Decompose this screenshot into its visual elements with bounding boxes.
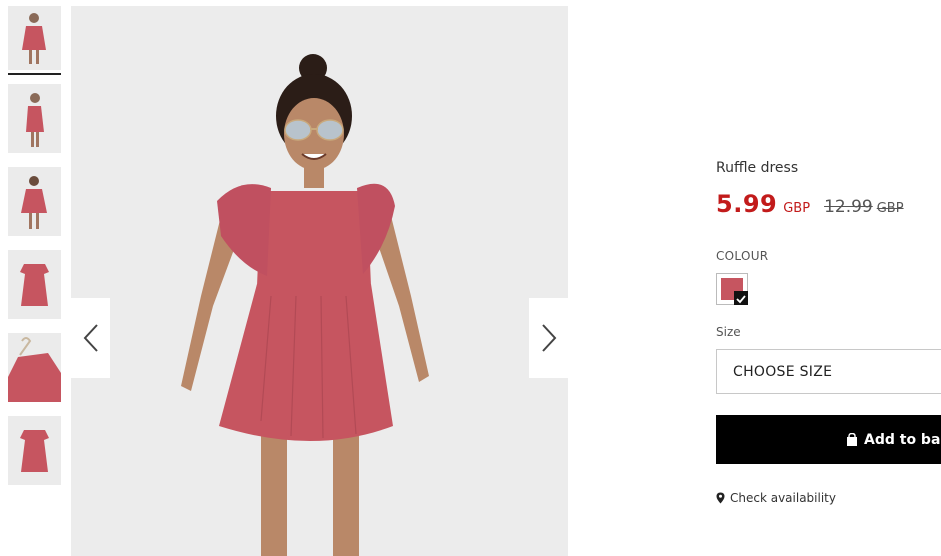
colour-label: COLOUR [716, 249, 769, 263]
check-icon [734, 291, 748, 305]
thumbnail-5[interactable] [8, 333, 61, 402]
product-title: Ruffle dress [716, 160, 799, 176]
original-currency: GBP [876, 201, 904, 216]
size-select[interactable]: CHOOSE SIZE [716, 349, 941, 394]
product-info-panel: Ruffle dress 5.99 GBP 12.99 GBP COLOUR S… [716, 160, 941, 505]
thumbnail-1[interactable] [8, 6, 61, 70]
size-select-placeholder: CHOOSE SIZE [733, 363, 833, 380]
add-to-bag-button[interactable]: Add to bag [716, 415, 941, 464]
next-image-button[interactable] [529, 298, 568, 378]
check-availability-link[interactable]: Check availability [716, 491, 836, 505]
sale-currency: GBP [783, 201, 811, 216]
colour-swatch-selected[interactable] [716, 273, 748, 305]
thumbnail-4[interactable] [8, 250, 61, 319]
check-availability-label: Check availability [730, 491, 836, 505]
chevron-right-icon [541, 324, 556, 352]
thumbnail-6[interactable] [8, 416, 61, 485]
shopping-bag-icon [847, 433, 857, 446]
active-thumbnail-indicator [8, 73, 61, 75]
sale-price: 5.99 [716, 190, 778, 218]
thumbnail-3[interactable] [8, 167, 61, 236]
product-main-image [71, 6, 568, 556]
thumbnail-list [8, 6, 61, 499]
add-to-bag-label: Add to bag [864, 431, 941, 448]
thumbnail-2[interactable] [8, 84, 61, 153]
chevron-left-icon [83, 324, 98, 352]
size-label: Size [716, 325, 741, 339]
product-photo [71, 6, 568, 556]
location-pin-icon [716, 492, 725, 504]
price-block: 5.99 GBP 12.99 GBP [716, 190, 941, 218]
previous-image-button[interactable] [71, 298, 110, 378]
original-price: 12.99 [824, 197, 873, 217]
